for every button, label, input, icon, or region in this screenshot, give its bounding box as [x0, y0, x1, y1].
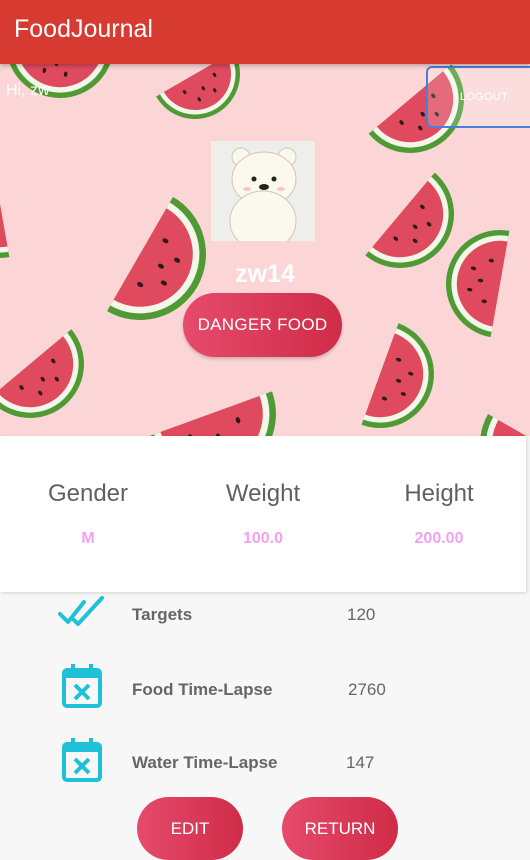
stat-value: 100.0: [242, 530, 284, 547]
double-check-icon: [58, 596, 104, 626]
stat-label: Gender: [47, 480, 129, 507]
greeting-text: Hi, zw: [6, 82, 50, 99]
edit-button[interactable]: EDIT: [137, 797, 243, 860]
stats-card: Gender M Weight 100.0 Height 200.00: [0, 436, 526, 592]
list-item-value: 120: [347, 605, 376, 624]
stat-value: 200.00: [414, 530, 464, 547]
stat-value: M: [81, 530, 95, 547]
list-item-value: 2760: [348, 680, 386, 699]
list-item-value: 147: [346, 753, 375, 772]
danger-food-button[interactable]: DANGER FOOD: [183, 293, 342, 357]
return-label: RETURN: [304, 818, 376, 838]
list-item-food-time-lapse[interactable]: Food Time-Lapse 2760: [0, 662, 530, 718]
app-bar: FoodJournal: [0, 0, 530, 64]
calendar-x-icon: [62, 738, 102, 782]
bear-avatar-icon: [211, 141, 315, 241]
calendar-x-icon: [62, 664, 102, 708]
list-item-label: Water Time-Lapse: [132, 753, 278, 772]
avatar: [211, 141, 315, 241]
list-item-targets[interactable]: Targets 120: [0, 592, 530, 648]
app-title: FoodJournal: [14, 15, 153, 43]
edit-label: EDIT: [170, 818, 210, 838]
return-button[interactable]: RETURN: [282, 797, 398, 860]
logout-button[interactable]: LOGOUT: [426, 66, 530, 128]
profile-header: Hi, zw LOGOUT zw14 DANGER FOOD: [0, 64, 530, 436]
list-item-label: Targets: [132, 605, 193, 624]
username-label: zw14: [235, 260, 295, 288]
stat-label: Height: [404, 480, 474, 507]
danger-food-label: DANGER FOOD: [197, 315, 328, 334]
list-item-water-time-lapse[interactable]: Water Time-Lapse 147: [0, 736, 530, 792]
logout-label: LOGOUT: [459, 91, 509, 103]
list-item-label: Food Time-Lapse: [132, 680, 273, 699]
stat-label: Weight: [225, 480, 301, 507]
